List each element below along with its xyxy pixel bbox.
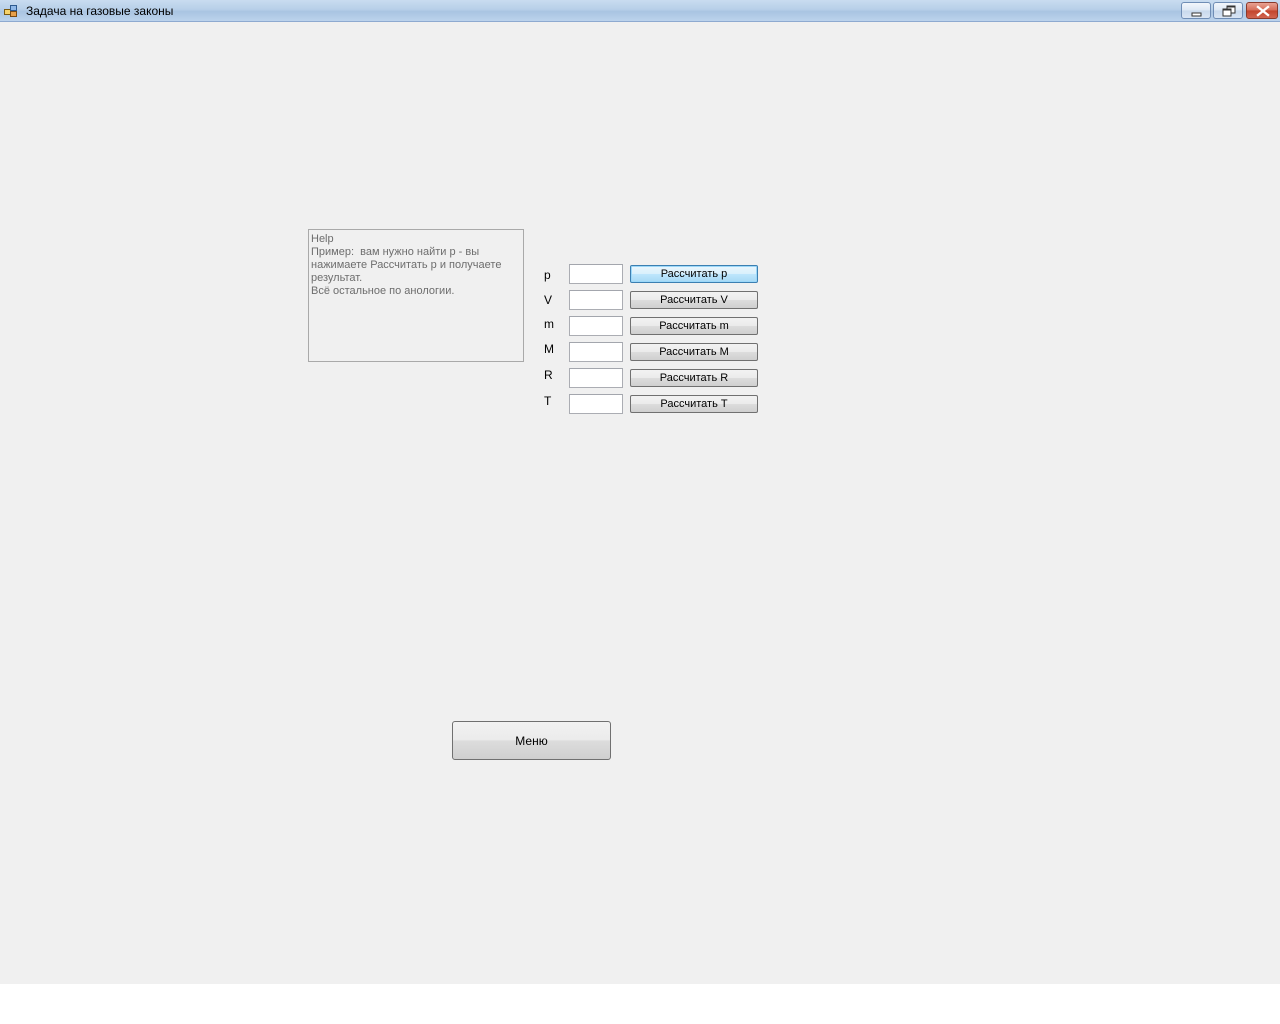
label-r: R: [544, 368, 553, 382]
label-m-small: m: [544, 317, 554, 331]
restore-icon: [1222, 5, 1236, 17]
calculate-t-button[interactable]: Рассчитать T: [630, 395, 758, 413]
input-m-small[interactable]: [569, 316, 623, 336]
title-bar[interactable]: Задача на газовые законы: [0, 0, 1280, 22]
input-t[interactable]: [569, 394, 623, 414]
minimize-button[interactable]: [1181, 2, 1211, 19]
label-v: V: [544, 293, 553, 307]
input-r[interactable]: [569, 368, 623, 388]
label-p: p: [544, 268, 551, 282]
main-window: Задача на газовые законы Help Пример: ва…: [0, 0, 1280, 984]
calculate-m-small-button[interactable]: Рассчитать m: [630, 317, 758, 335]
app-window-icon[interactable]: [4, 4, 18, 17]
calculate-v-button[interactable]: Рассчитать V: [630, 291, 758, 309]
calculate-m-capital-button[interactable]: Рассчитать M: [630, 343, 758, 361]
minimize-icon: [1191, 12, 1202, 17]
close-icon: [1256, 5, 1270, 17]
help-textbox[interactable]: Help Пример: вам нужно найти p - вы нажи…: [308, 229, 524, 362]
input-v[interactable]: [569, 290, 623, 310]
label-m-capital: M: [544, 342, 554, 356]
input-p[interactable]: [569, 264, 623, 284]
menu-button[interactable]: Меню: [452, 721, 611, 760]
calculate-p-button[interactable]: Рассчитать p: [630, 265, 758, 283]
label-t: T: [544, 394, 552, 408]
close-button[interactable]: [1246, 2, 1278, 19]
restore-button[interactable]: [1213, 2, 1243, 19]
calculate-r-button[interactable]: Рассчитать R: [630, 369, 758, 387]
input-m-capital[interactable]: [569, 342, 623, 362]
window-title: Задача на газовые законы: [26, 4, 174, 18]
